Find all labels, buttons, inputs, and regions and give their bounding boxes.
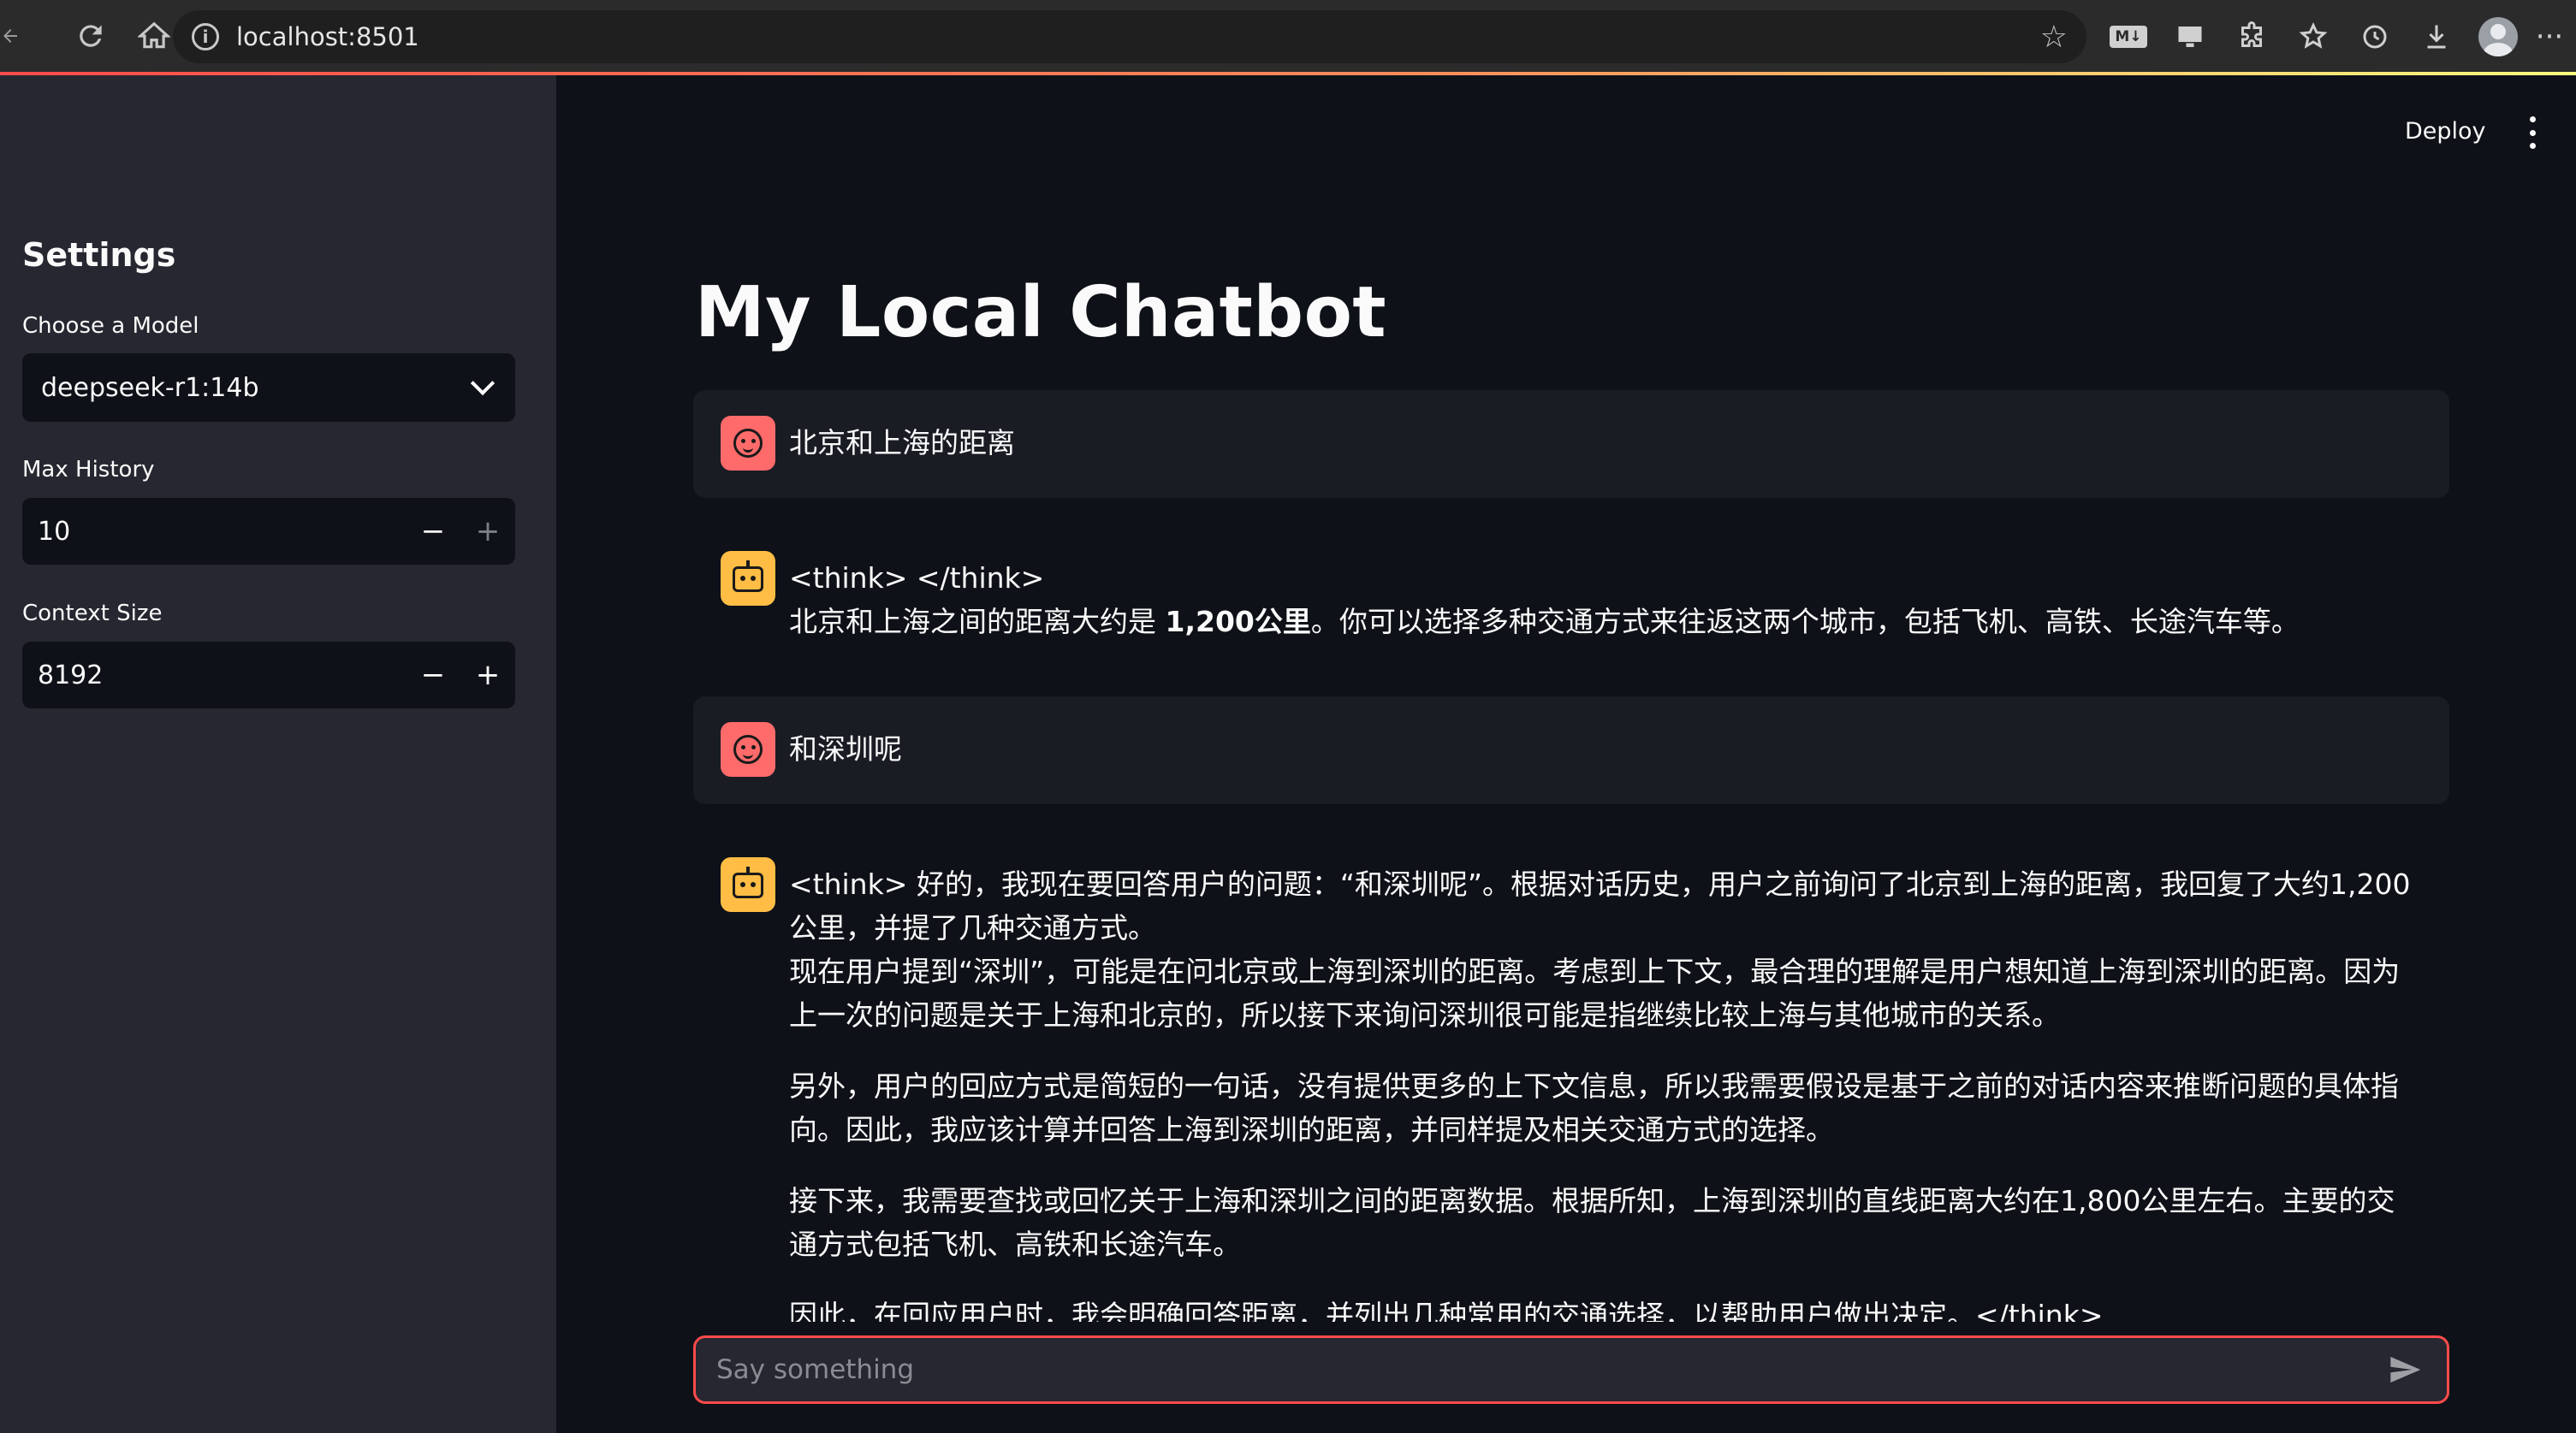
message-paragraph: 接下来，我需要查找或回忆关于上海和深圳之间的距离数据。根据所知，上海到深圳的直线… [789, 1184, 2395, 1261]
chat-area: My Local Chatbot 北京和上海的距离 <think> </thin… [0, 0, 2576, 1322]
user-avatar-icon [721, 416, 775, 471]
assistant-robot-icon [721, 551, 775, 606]
user-avatar-icon [721, 722, 775, 777]
chat-message-user: 北京和上海的距离 [693, 390, 2449, 498]
chat-message-assistant: <think> 好的，我现在要回答用户的问题：“和深圳呢”。根据对话历史，用户之… [693, 832, 2449, 1322]
think-tag-text: <think> </think> [789, 561, 1045, 595]
chat-message-user: 和深圳呢 [693, 696, 2449, 804]
message-text: 和深圳呢 [789, 732, 902, 766]
page-title: My Local Chatbot [695, 272, 1387, 353]
message-paragraph: 另外，用户的回应方式是简短的一句话，没有提供更多的上下文信息，所以我需要假设是基… [789, 1069, 2399, 1146]
message-paragraph: <think> 好的，我现在要回答用户的问题：“和深圳呢”。根据对话历史，用户之… [789, 867, 2411, 944]
chat-input[interactable] [716, 1354, 2383, 1385]
message-text: <think> 好的，我现在要回答用户的问题：“和深圳呢”。根据对话历史，用户之… [789, 857, 2422, 1322]
send-icon[interactable] [2383, 1348, 2426, 1391]
message-text: 北京和上海的距离 [789, 426, 1015, 459]
message-paragraph: 因此，在回应用户时，我会明确回答距离，并列出几种常用的交通选择，以帮助用户做出决… [789, 1299, 2104, 1322]
chat-message-assistant: <think> </think> 北京和上海之间的距离大约是 1,200公里。你… [693, 525, 2449, 669]
message-text: <think> </think> 北京和上海之间的距离大约是 1,200公里。你… [789, 551, 2300, 643]
assistant-robot-icon [721, 857, 775, 912]
answer-text: 北京和上海之间的距离大约是 1,200公里。你可以选择多种交通方式来往返这两个城… [789, 605, 2300, 638]
message-paragraph: 现在用户提到“深圳”，可能是在问北京或上海到深圳的距离。考虑到上下文，最合理的理… [789, 955, 2401, 1032]
chat-input-box[interactable] [693, 1335, 2449, 1404]
